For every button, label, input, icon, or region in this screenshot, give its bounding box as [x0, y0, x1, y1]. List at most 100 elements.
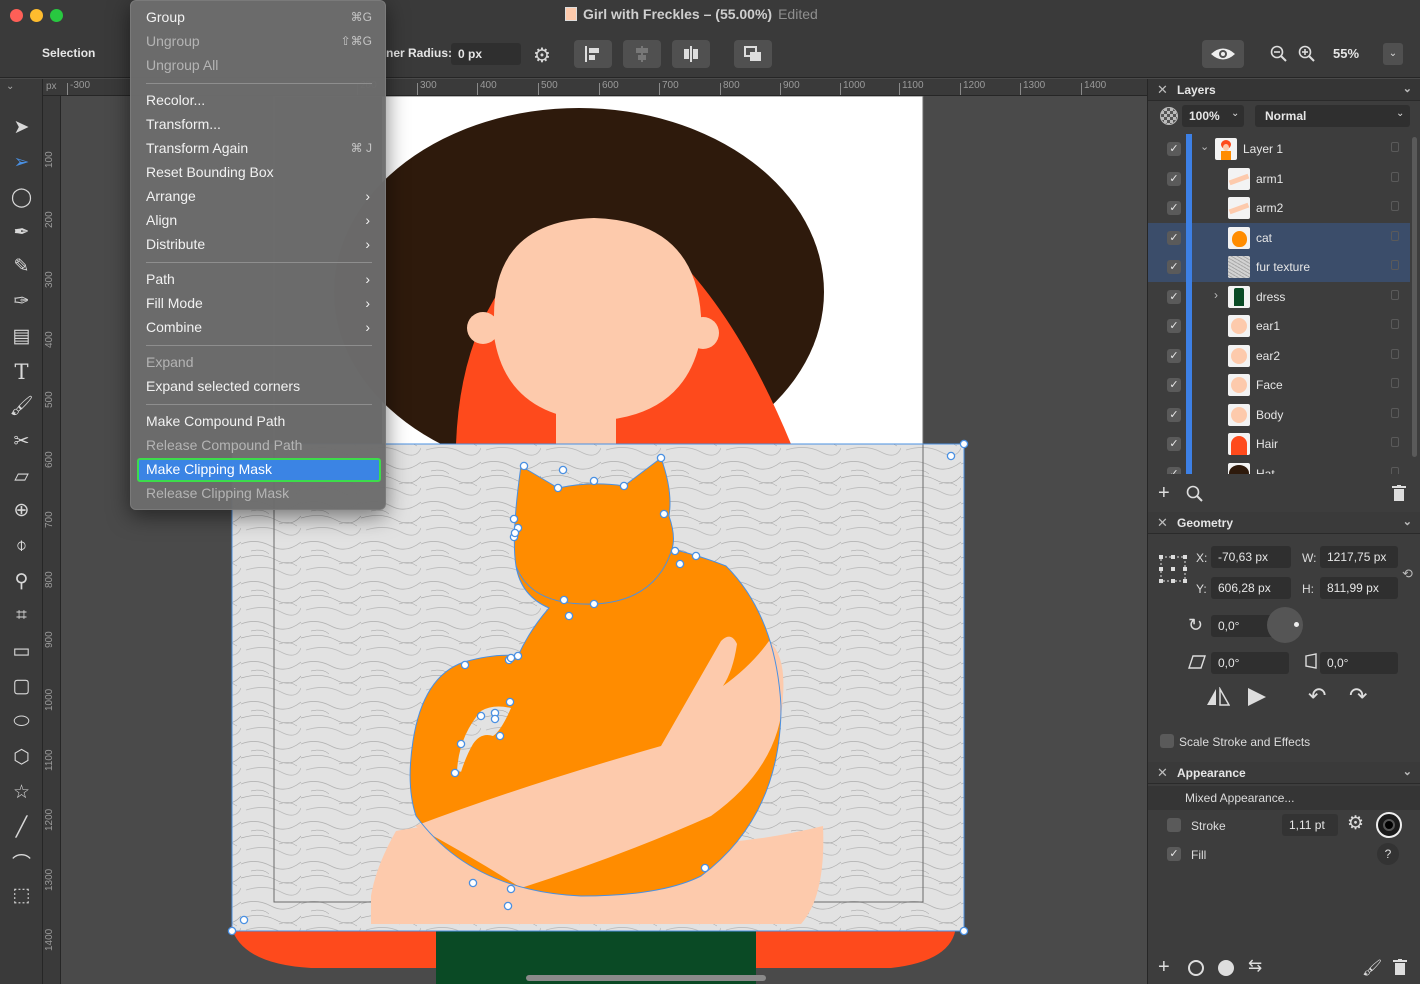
frame-icon[interactable]: ⬚ [0, 879, 43, 911]
anchor-point[interactable] [559, 595, 569, 605]
menu-item-path[interactable]: Path › [137, 268, 381, 292]
brush-icon[interactable]: 🖌 [0, 390, 43, 422]
anchor-point[interactable] [468, 878, 478, 888]
clear-appearance-brush-icon[interactable]: 🖌 [1362, 958, 1382, 978]
opacity-chevron-icon[interactable]: ⌄ [1231, 108, 1239, 119]
view-mode-button[interactable] [1202, 40, 1244, 68]
zoom-window-button[interactable] [50, 9, 63, 22]
menu-item-release-compound-path[interactable]: Release Compound Path [137, 434, 381, 458]
layer-visibility-checkbox[interactable]: ✓ [1167, 289, 1181, 304]
layer-row-hair[interactable]: ✓ Hair [1148, 429, 1410, 459]
menu-item-release-clipping-mask[interactable]: Release Clipping Mask [137, 482, 381, 506]
collapse-chevron-icon[interactable]: ⌄ [1403, 82, 1412, 95]
anchor-point[interactable] [506, 884, 516, 894]
arrow-select-icon[interactable]: ➤ [0, 111, 43, 143]
menu-item-transform[interactable]: Transform... [137, 113, 381, 137]
layer-row-face[interactable]: ✓ Face [1148, 370, 1410, 400]
close-panel-icon[interactable]: ✕ [1157, 82, 1168, 98]
anchor-point[interactable] [495, 731, 505, 741]
menu-item-make-compound-path[interactable]: Make Compound Path [137, 410, 381, 434]
align-center-button[interactable] [623, 40, 661, 68]
flip-vertical-icon[interactable] [1246, 687, 1268, 710]
anchor-point[interactable] [558, 465, 568, 475]
lock-icon[interactable] [1391, 201, 1399, 211]
close-window-button[interactable] [10, 9, 23, 22]
anchor-point[interactable] [589, 476, 599, 486]
add-fill-icon[interactable] [1218, 960, 1234, 976]
blend-mode-chevron-icon[interactable]: ⌄ [1396, 108, 1404, 119]
shape-builder-icon[interactable]: ⊕ [0, 494, 43, 526]
corner-radius-input[interactable]: 0 px [451, 43, 521, 65]
text-icon[interactable]: T [0, 356, 43, 388]
menu-item-expand[interactable]: Expand [137, 351, 381, 375]
fill-checkbox[interactable]: ✓ [1167, 847, 1181, 861]
lock-icon[interactable] [1391, 230, 1399, 241]
lock-icon[interactable] [1391, 437, 1399, 447]
help-button[interactable]: ? [1377, 843, 1399, 865]
direct-select-icon[interactable]: ➢ [0, 146, 43, 178]
geometry-panel-header[interactable]: ✕ Geometry ⌄ [1148, 512, 1420, 534]
layer-visibility-checkbox[interactable]: ✓ [1167, 142, 1181, 156]
menu-item-fill-mode[interactable]: Fill Mode › [137, 292, 381, 316]
layer-row-cat[interactable]: ✓ cat [1148, 222, 1410, 252]
rectangle-icon[interactable]: ▭ [0, 635, 43, 667]
expand-chevron-icon[interactable]: ⌄ [1200, 140, 1209, 153]
anchor-point[interactable] [959, 926, 969, 936]
menu-item-combine[interactable]: Combine › [137, 316, 381, 340]
anchor-point[interactable] [619, 481, 629, 491]
layer-visibility-checkbox[interactable]: ✓ [1167, 260, 1181, 274]
zoom-dropdown-chevron-icon[interactable]: ⌄ [1383, 43, 1403, 65]
anchor-point[interactable] [959, 439, 969, 449]
anchor-point[interactable] [513, 651, 523, 661]
anchor-point[interactable] [503, 901, 513, 911]
redo-transform-icon[interactable]: ↷ [1349, 683, 1367, 709]
menu-item-make-clipping-mask[interactable]: Make Clipping Mask [137, 458, 381, 482]
zoom-icon[interactable]: ⚲ [0, 565, 43, 597]
horizontal-scrollbar[interactable] [526, 975, 766, 981]
layer-row-ear2[interactable]: ✓ ear2 [1148, 340, 1410, 370]
anchor-point[interactable] [670, 546, 680, 556]
undo-transform-icon[interactable]: ↶ [1308, 683, 1326, 709]
anchor-point[interactable] [476, 711, 486, 721]
zoom-in-icon[interactable] [1298, 45, 1316, 66]
appearance-panel-header[interactable]: ✕ Appearance ⌄ [1148, 762, 1420, 784]
lock-icon[interactable] [1391, 378, 1399, 388]
stroke-color-swatch[interactable] [1376, 812, 1402, 838]
search-layers-icon[interactable] [1186, 485, 1204, 506]
menu-item-arrange[interactable]: Arrange › [137, 185, 381, 209]
ellipse-icon[interactable]: ⬭ [0, 706, 43, 738]
lock-icon[interactable] [1391, 260, 1399, 270]
anchor-point[interactable] [509, 514, 519, 524]
close-panel-icon[interactable]: ✕ [1157, 765, 1168, 781]
distribute-button[interactable] [672, 40, 710, 68]
anchor-point[interactable] [656, 453, 666, 463]
blend-mode-select[interactable]: Normal [1255, 105, 1410, 127]
lock-icon[interactable] [1391, 407, 1399, 418]
layers-panel-header[interactable]: ✕ Layers ⌄ [1148, 79, 1420, 101]
star-icon[interactable]: ☆ [0, 776, 43, 808]
x-field[interactable]: -70,63 px [1211, 546, 1291, 568]
pen-icon[interactable]: ✒ [0, 216, 43, 248]
add-appearance-icon[interactable]: + [1158, 956, 1170, 979]
layer-visibility-checkbox[interactable]: ✓ [1167, 466, 1181, 474]
line-icon[interactable]: ╱ [0, 811, 43, 843]
crop-icon[interactable]: ⌗ [0, 600, 43, 632]
rounded-rectangle-icon[interactable]: ▢ [0, 670, 43, 702]
expand-chevron-icon[interactable]: › [1214, 288, 1218, 302]
anchor-point[interactable] [675, 559, 685, 569]
zoom-out-icon[interactable] [1270, 45, 1288, 66]
layer-visibility-checkbox[interactable]: ✓ [1167, 230, 1181, 245]
gradient-icon[interactable]: ▤ [0, 320, 43, 352]
trash-icon[interactable] [1392, 485, 1406, 504]
layer-visibility-checkbox[interactable]: ✓ [1167, 348, 1181, 363]
anchor-point[interactable] [239, 915, 249, 925]
anchor-point[interactable] [227, 926, 237, 936]
anchor-point[interactable] [659, 509, 669, 519]
layers-scrollbar[interactable] [1412, 137, 1417, 457]
vector-brush-icon[interactable]: ✑ [0, 285, 43, 317]
lock-icon[interactable] [1391, 289, 1399, 300]
anchor-point[interactable] [450, 768, 460, 778]
anchor-point[interactable] [564, 611, 574, 621]
menu-item-reset-bounding-box[interactable]: Reset Bounding Box [137, 161, 381, 185]
stroke-settings-gear-icon[interactable]: ⚙ [1347, 812, 1364, 835]
